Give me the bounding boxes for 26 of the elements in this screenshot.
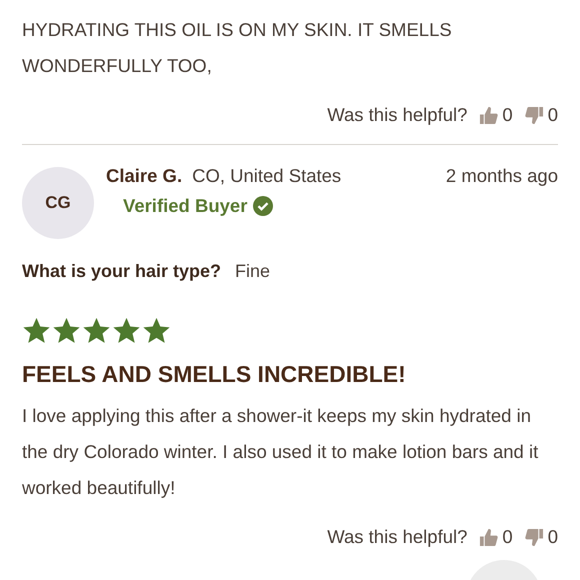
check-icon [253,196,274,216]
star-icon [22,316,51,345]
reviewer-location: CO, United States [192,165,342,187]
upvote-count: 0 [502,104,513,126]
thumbs-down-icon[interactable] [524,106,544,124]
reviewer-name: Claire G. [106,165,182,187]
answer-text: Fine [235,261,270,282]
downvote-count: 0 [548,104,558,126]
star-icon [112,316,141,345]
helpful-label: Was this helpful? [327,104,468,126]
star-icon [142,316,171,345]
review-text: HYDRATING THIS OIL IS ON MY SKIN. IT SMELLS WONDERFULLY TOO, [22,18,453,78]
review-text: I love applying this after a shower-it keeps my skin hydrated in the dry Colorado winter. I also used it to make lotion bars and it worked beautifully! [22,404,540,500]
review-date: 2 months ago [446,165,558,187]
review-title: FEELS AND SMELLS INCREDIBLE! [22,361,407,388]
verified-label: Verified Buyer [123,195,248,217]
downvote-count: 0 [548,526,558,548]
thumbs-up-icon[interactable] [479,528,498,546]
star-icon [52,316,81,345]
avatar: CG [22,167,94,239]
helpful-label: Was this helpful? [327,526,468,548]
thumbs-down-icon[interactable] [524,528,544,546]
question-label: What is your hair type? [22,261,222,282]
upvote-count: 0 [502,526,513,548]
star-icon [82,316,111,345]
thumbs-up-icon[interactable] [479,106,498,124]
